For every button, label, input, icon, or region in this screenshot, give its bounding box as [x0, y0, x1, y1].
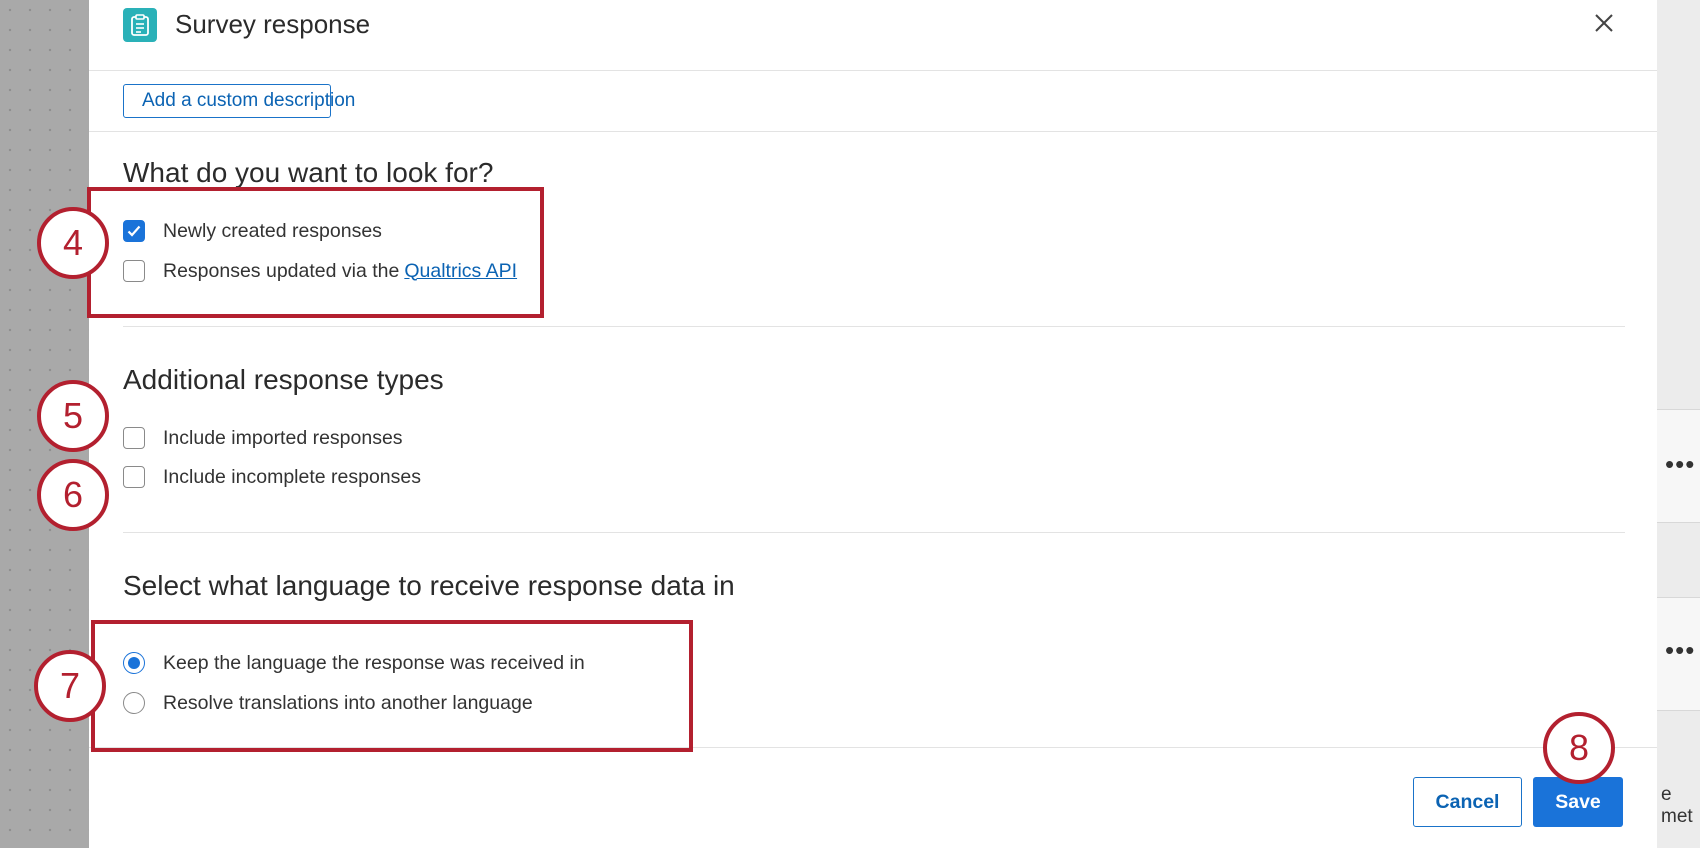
language-heading: Select what language to receive response… — [123, 570, 735, 601]
option-label: Keep the language the response was recei… — [163, 651, 585, 674]
survey-response-modal: Survey response Add a custom description… — [89, 0, 1657, 848]
updated-via-api-checkbox[interactable]: Responses updated via the Qualtrics API — [123, 258, 517, 284]
look-for-heading: What do you want to look for? — [123, 157, 494, 188]
more-options-icon[interactable]: ••• — [1665, 451, 1695, 477]
modal-title: Survey response — [175, 9, 371, 39]
option-label: Include incomplete responses — [163, 465, 421, 488]
annotation-marker: 4 — [37, 207, 109, 279]
resolve-translations-radio[interactable]: Resolve translations into another langua… — [123, 690, 533, 716]
newly-created-checkbox[interactable]: Newly created responses — [123, 218, 382, 244]
cancel-button[interactable]: Cancel — [1413, 777, 1522, 827]
section-divider — [123, 532, 1625, 533]
option-label: Resolve translations into another langua… — [163, 691, 533, 714]
annotation-marker: 7 — [34, 650, 106, 722]
background-text: e met — [1661, 784, 1693, 827]
close-button[interactable] — [1589, 8, 1619, 38]
background-card: ••• — [1657, 597, 1700, 711]
footer-divider — [89, 747, 1657, 748]
background-panel: ••• ••• e met — [1657, 0, 1700, 848]
checkbox-checked-icon — [123, 220, 145, 242]
close-icon — [1595, 14, 1613, 32]
include-imported-checkbox[interactable]: Include imported responses — [123, 425, 403, 451]
header-divider — [89, 70, 1657, 71]
checkbox-icon — [123, 260, 145, 282]
annotation-marker: 6 — [37, 459, 109, 531]
qualtrics-api-link[interactable]: Qualtrics API — [404, 260, 517, 283]
radio-icon — [123, 692, 145, 714]
annotation-marker: 5 — [37, 380, 109, 452]
option-label: Include imported responses — [163, 426, 403, 449]
more-options-icon[interactable]: ••• — [1665, 637, 1695, 663]
include-incomplete-checkbox[interactable]: Include incomplete responses — [123, 464, 421, 490]
clipboard-icon — [123, 8, 157, 42]
background-card: ••• — [1657, 409, 1700, 523]
checkbox-icon — [123, 466, 145, 488]
add-description-button[interactable]: Add a custom description — [123, 84, 355, 118]
radio-selected-icon — [123, 652, 145, 674]
option-label: Responses updated via the — [163, 259, 400, 282]
additional-types-heading: Additional response types — [123, 364, 444, 395]
section-divider — [89, 131, 1657, 132]
option-label: Newly created responses — [163, 219, 382, 242]
save-button[interactable]: Save — [1533, 777, 1623, 827]
annotation-marker: 8 — [1543, 712, 1615, 784]
section-divider — [123, 326, 1625, 327]
keep-language-radio[interactable]: Keep the language the response was recei… — [123, 650, 585, 676]
add-description-label: Add a custom description — [142, 90, 356, 111]
checkbox-icon — [123, 427, 145, 449]
